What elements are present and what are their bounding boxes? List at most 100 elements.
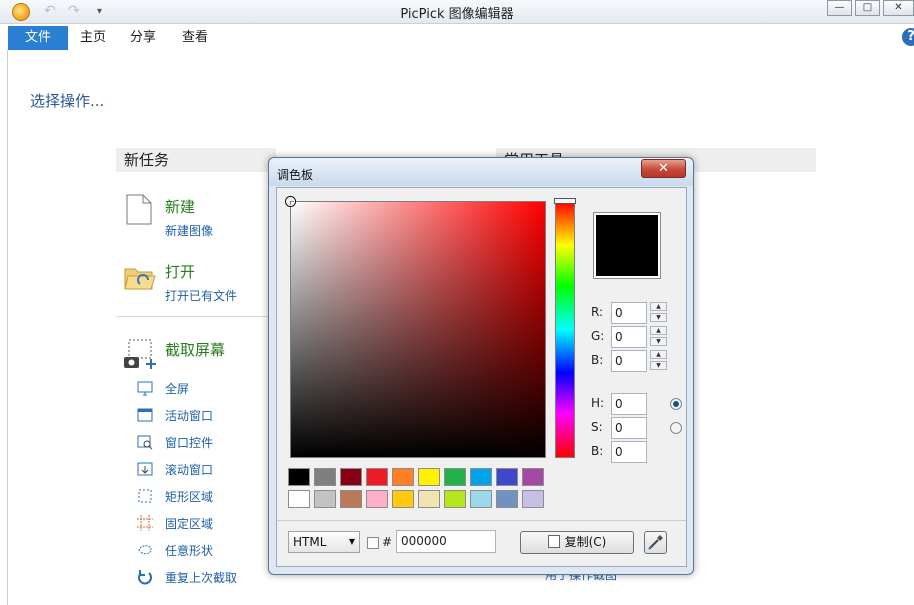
color-swatch[interactable] [444, 468, 466, 486]
dialog-titlebar[interactable]: 调色板 ✕ [269, 158, 693, 186]
capture-item-label: 固定区域 [165, 517, 214, 531]
color-swatch[interactable] [340, 468, 362, 486]
freehand-shape-icon [138, 545, 152, 555]
new-task-header: 新任务 [116, 148, 276, 172]
monitor-icon [137, 381, 153, 396]
window-icon [137, 408, 153, 422]
color-format-value: HTML [293, 535, 327, 549]
repeat-icon [138, 570, 152, 585]
capture-item-label: 窗口控件 [165, 436, 214, 450]
copy-button[interactable]: 复制(C) [520, 531, 634, 554]
color-swatches [288, 468, 550, 514]
eyedropper-icon [648, 535, 663, 550]
blue-label: B: [591, 353, 604, 367]
saturation-brightness-picker[interactable] [286, 197, 546, 458]
capture-item-label: 活动窗口 [165, 409, 214, 423]
picker-handle[interactable] [286, 197, 295, 206]
red-decrement-button[interactable]: ▼ [650, 313, 667, 322]
saturation-mode-radio[interactable] [670, 422, 682, 434]
green-increment-button[interactable]: ▲ [650, 326, 667, 335]
color-swatch[interactable] [288, 468, 310, 486]
ribbon-tabs: 文件 主页 分享 查看 [8, 26, 914, 50]
color-swatch[interactable] [496, 490, 518, 508]
brightness-input[interactable]: 0 [611, 441, 647, 463]
color-swatch[interactable] [366, 468, 388, 486]
capture-item-label: 滚动窗口 [165, 463, 214, 477]
select-operation-heading: 选择操作... [30, 92, 105, 110]
eyedropper-button[interactable] [644, 531, 667, 554]
dialog-close-button[interactable]: ✕ [641, 159, 686, 178]
color-swatch[interactable] [418, 468, 440, 486]
fixed-region-icon [137, 515, 153, 531]
red-input[interactable]: 0 [611, 302, 647, 324]
hue-slider-handle[interactable] [554, 198, 576, 204]
dialog-body: R: 0 ▲ ▼ G: 0 ▲ ▼ B: 0 ▲ ▼ H: 0 S: 0 B: … [276, 187, 687, 567]
color-preview [593, 212, 661, 279]
open-folder-icon[interactable] [124, 264, 156, 290]
color-swatch[interactable] [522, 490, 544, 508]
tab-home[interactable]: 主页 [73, 26, 113, 50]
capture-item-label: 矩形区域 [165, 490, 214, 504]
color-swatch[interactable] [314, 490, 336, 508]
hue-label: H: [591, 396, 605, 410]
blue-decrement-button[interactable]: ▼ [650, 361, 667, 370]
new-file-icon[interactable] [126, 194, 152, 225]
copy-button-label: 复制(C) [564, 535, 607, 549]
capture-item-label: 重复上次截取 [165, 571, 238, 585]
hue-slider[interactable] [554, 198, 576, 458]
green-decrement-button[interactable]: ▼ [650, 337, 667, 346]
blue-increment-button[interactable]: ▲ [650, 350, 667, 359]
window-control-icon [137, 435, 153, 450]
color-format-select[interactable]: HTML ▼ [288, 531, 360, 553]
tab-share[interactable]: 分享 [123, 26, 163, 50]
new-image-link[interactable]: 新建图像 [165, 222, 213, 239]
window-close-button[interactable]: ✕ [883, 0, 914, 16]
screen-capture-title[interactable]: 截取屏幕 [165, 339, 225, 360]
section-divider [116, 316, 276, 317]
dialog-separator [277, 520, 686, 521]
rectangle-region-icon [138, 489, 152, 503]
color-swatch[interactable] [392, 468, 414, 486]
hue-mode-radio[interactable] [670, 398, 682, 410]
color-swatch[interactable] [496, 468, 518, 486]
color-swatch[interactable] [470, 490, 492, 508]
new-task-title[interactable]: 新建 [165, 196, 195, 217]
screen-capture-icon[interactable] [123, 338, 157, 370]
saturation-label: S: [591, 420, 603, 434]
tab-file[interactable]: 文件 [8, 26, 68, 50]
color-swatch[interactable] [340, 490, 362, 508]
color-swatch[interactable] [418, 490, 440, 508]
hex-color-input[interactable]: 000000 [396, 530, 496, 553]
color-swatch[interactable] [288, 490, 310, 508]
capture-item-label: 任意形状 [165, 544, 214, 558]
maximize-button[interactable]: □ [855, 0, 880, 16]
open-existing-file-link[interactable]: 打开已有文件 [165, 287, 237, 304]
green-input[interactable]: 0 [611, 326, 647, 348]
green-label: G: [591, 329, 605, 343]
help-icon[interactable]: ? [902, 28, 914, 46]
minimize-button[interactable]: — [827, 0, 852, 16]
dialog-title: 调色板 [277, 168, 314, 182]
hash-label: # [382, 535, 393, 549]
color-swatch[interactable] [470, 468, 492, 486]
tab-view[interactable]: 查看 [175, 26, 215, 50]
color-swatch[interactable] [444, 490, 466, 508]
red-increment-button[interactable]: ▲ [650, 302, 667, 311]
color-swatch[interactable] [522, 468, 544, 486]
color-swatch[interactable] [366, 490, 388, 508]
open-task-title[interactable]: 打开 [165, 261, 195, 282]
scrolling-window-icon [137, 462, 153, 476]
red-label: R: [591, 305, 604, 319]
copy-icon [547, 535, 560, 548]
color-swatch[interactable] [392, 490, 414, 508]
hue-input[interactable]: 0 [611, 393, 647, 415]
hash-prefix-checkbox[interactable] [367, 537, 379, 549]
saturation-input[interactable]: 0 [611, 417, 647, 439]
chevron-down-icon: ▼ [348, 537, 355, 546]
backstage-border [7, 50, 8, 605]
window-title: PicPick 图像编辑器 [400, 7, 514, 22]
capture-item-label: 全屏 [165, 382, 190, 396]
color-swatch[interactable] [314, 468, 336, 486]
color-palette-dialog: 调色板 ✕ R: 0 ▲ ▼ G: 0 ▲ ▼ B: 0 ▲ ▼ H: 0 S:… [268, 157, 694, 575]
blue-input[interactable]: 0 [611, 350, 647, 372]
